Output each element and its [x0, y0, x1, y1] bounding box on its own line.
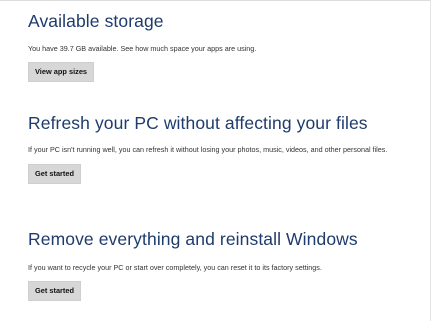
refresh-pc-section: Refresh your PC without affecting your f…	[28, 112, 424, 184]
remove-everything-section: Remove everything and reinstall Windows …	[28, 228, 424, 301]
remove-everything-heading: Remove everything and reinstall Windows	[28, 229, 358, 249]
view-app-sizes-button[interactable]: View app sizes	[28, 61, 95, 82]
reset-get-started-button[interactable]: Get started	[28, 280, 82, 301]
remove-everything-description: If you want to recycle your PC or start …	[28, 263, 322, 272]
available-storage-description: You have 39.7 GB available. See how much…	[28, 44, 257, 53]
available-storage-section: Available storage You have 39.7 GB avail…	[28, 10, 424, 82]
refresh-pc-heading: Refresh your PC without affecting your f…	[28, 113, 368, 133]
available-storage-heading: Available storage	[28, 11, 164, 31]
top-divider	[0, 0, 431, 1]
refresh-pc-description: If your PC isn't running well, you can r…	[28, 145, 388, 154]
refresh-get-started-button[interactable]: Get started	[28, 163, 82, 184]
